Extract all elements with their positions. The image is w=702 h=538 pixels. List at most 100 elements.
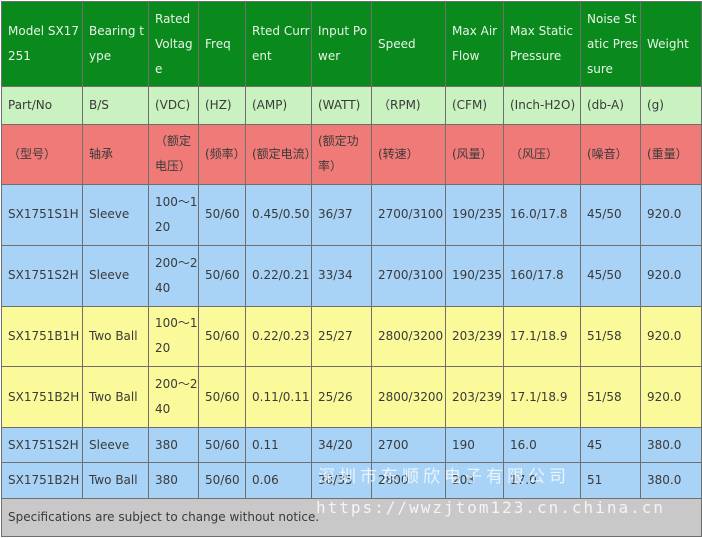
header-bearing: Bearing type (82, 0, 149, 88)
cell-model: SX1751S2H (1, 427, 83, 463)
cell-airflow: 203/239 (445, 305, 504, 368)
cell-bearing: Two Ball (82, 305, 149, 368)
table-row: SX1751B1H Two Ball 100～120 50/60 0.22/0.… (1, 305, 702, 368)
cell-freq: 50/60 (198, 305, 246, 368)
unit-noise: (db-A) (580, 86, 641, 125)
cell-voltage: 200～240 (148, 244, 199, 307)
cell-bearing: Sleeve (82, 183, 149, 246)
cell-static-pressure: 160/17.8 (503, 244, 581, 307)
cell-power: 34/20 (311, 427, 372, 463)
cell-static-pressure: 17.0 (503, 461, 581, 500)
cell-weight: 920.0 (640, 305, 702, 368)
cell-model: SX1751B2H (1, 461, 83, 500)
cell-freq: 50/60 (198, 183, 246, 246)
unit-speed: （RPM) (371, 86, 446, 125)
header-airflow: Max Air Flow (445, 0, 504, 88)
cell-airflow: 190 (445, 427, 504, 463)
cn-weight: (重量） (640, 123, 702, 185)
header-row: Model SX17251 Bearing type Rated Voltage… (1, 0, 702, 88)
header-noise: Noise Static Pressure (580, 0, 641, 88)
cell-noise: 51 (580, 461, 641, 500)
cn-noise: (噪音） (580, 123, 641, 185)
cell-model: SX1751S2H (1, 244, 83, 307)
header-freq: Freq (198, 0, 246, 88)
cell-model: SX1751B2H (1, 366, 83, 429)
unit-power: (WATT) (311, 86, 372, 125)
cell-current: 0.11 (245, 427, 312, 463)
cell-airflow: 203/239 (445, 366, 504, 429)
cell-voltage: 100～120 (148, 305, 199, 368)
fan-spec-table: Model SX17251 Bearing type Rated Voltage… (1, 0, 702, 537)
cell-bearing: Sleeve (82, 427, 149, 463)
table-row: SX1751S2H Sleeve 380 50/60 0.11 34/20 27… (1, 427, 702, 463)
header-voltage: Rated Voltage (148, 0, 199, 88)
cell-voltage: 100～120 (148, 183, 199, 246)
cell-static-pressure: 17.1/18.9 (503, 366, 581, 429)
header-model: Model SX17251 (1, 0, 83, 88)
cell-noise: 51/58 (580, 305, 641, 368)
cell-weight: 380.0 (640, 461, 702, 500)
header-weight: Weight (640, 0, 702, 88)
cell-noise: 45 (580, 427, 641, 463)
unit-freq: (HZ) (198, 86, 246, 125)
cell-power: 33/34 (311, 244, 372, 307)
table-row: SX1751B2H Two Ball 200～240 50/60 0.11/0.… (1, 366, 702, 429)
cell-static-pressure: 16.0 (503, 427, 581, 463)
cell-airflow: 190/235 (445, 244, 504, 307)
cell-current: 0.22/0.23 (245, 305, 312, 368)
cell-freq: 50/60 (198, 461, 246, 500)
cell-speed: 2800 (371, 461, 446, 500)
cell-model: SX1751S1H (1, 183, 83, 246)
chinese-label-row: （型号） 轴承 （额定电压） (频率） (额定电流） (额定功率） (转速） (… (1, 123, 702, 185)
cell-weight: 920.0 (640, 366, 702, 429)
table-row: SX1751B2H Two Ball 380 50/60 0.06 38/35 … (1, 461, 702, 500)
cn-speed: (转速） (371, 123, 446, 185)
cn-freq: (频率） (198, 123, 246, 185)
cell-weight: 380.0 (640, 427, 702, 463)
unit-current: (AMP) (245, 86, 312, 125)
cell-airflow: 190/235 (445, 183, 504, 246)
cell-freq: 50/60 (198, 366, 246, 429)
cell-voltage: 380 (148, 461, 199, 500)
cell-current: 0.11/0.11 (245, 366, 312, 429)
unit-voltage: (VDC) (148, 86, 199, 125)
header-power: Input Power (311, 0, 372, 88)
cell-speed: 2700 (371, 427, 446, 463)
unit-static-pressure: (Inch-H2O) (503, 86, 581, 125)
cell-current: 0.06 (245, 461, 312, 500)
cell-model: SX1751B1H (1, 305, 83, 368)
cn-current: (额定电流） (245, 123, 312, 185)
cell-power: 38/35 (311, 461, 372, 500)
cell-freq: 50/60 (198, 427, 246, 463)
unit-model: Part/No (1, 86, 83, 125)
cell-speed: 2700/3100 (371, 183, 446, 246)
cell-static-pressure: 16.0/17.8 (503, 183, 581, 246)
table-row: SX1751S2H Sleeve 200～240 50/60 0.22/0.21… (1, 244, 702, 307)
header-static-pressure: Max Static Pressure (503, 0, 581, 88)
cell-power: 25/27 (311, 305, 372, 368)
cell-current: 0.22/0.21 (245, 244, 312, 307)
cn-power: (额定功率） (311, 123, 372, 185)
cell-static-pressure: 17.1/18.9 (503, 305, 581, 368)
note-row: Specifications are subject to change wit… (1, 498, 702, 537)
cell-bearing: Two Ball (82, 461, 149, 500)
unit-airflow: (CFM) (445, 86, 504, 125)
cell-noise: 45/50 (580, 183, 641, 246)
cell-voltage: 200～240 (148, 366, 199, 429)
cell-power: 25/26 (311, 366, 372, 429)
header-speed: Speed (371, 0, 446, 88)
cn-bearing: 轴承 (82, 123, 149, 185)
units-row: Part/No B/S (VDC) (HZ) (AMP) (WATT) （RPM… (1, 86, 702, 125)
table-row: SX1751S1H Sleeve 100～120 50/60 0.45/0.50… (1, 183, 702, 246)
header-current: Rted Current (245, 0, 312, 88)
cell-speed: 2700/3100 (371, 244, 446, 307)
cn-voltage: （额定电压） (148, 123, 199, 185)
cell-airflow: 203 (445, 461, 504, 500)
cell-weight: 920.0 (640, 183, 702, 246)
cell-speed: 2800/3200 (371, 366, 446, 429)
cn-static-pressure: （风压） (503, 123, 581, 185)
cell-bearing: Sleeve (82, 244, 149, 307)
spec-note: Specifications are subject to change wit… (1, 498, 702, 537)
cell-bearing: Two Ball (82, 366, 149, 429)
cell-noise: 51/58 (580, 366, 641, 429)
